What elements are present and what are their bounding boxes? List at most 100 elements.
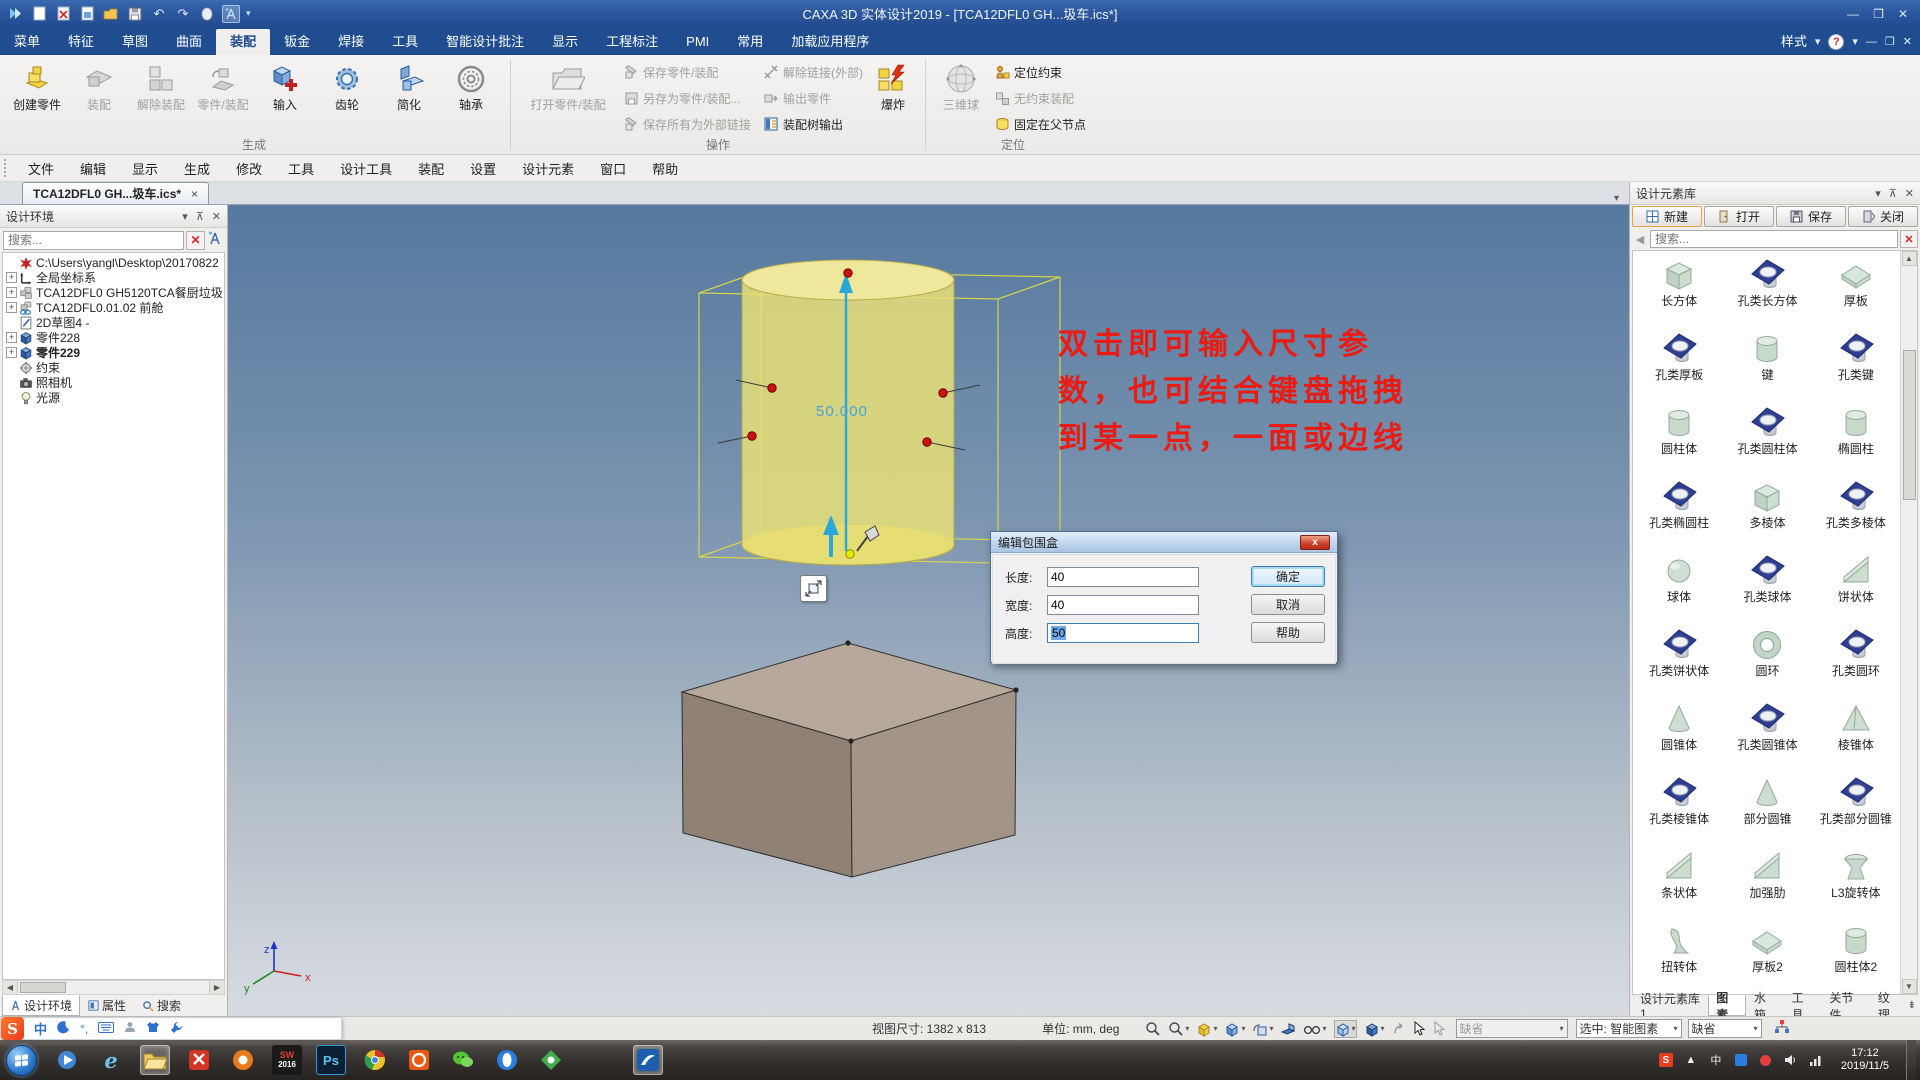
- library-search-input[interactable]: [1650, 230, 1898, 248]
- taskbar-media-player-icon[interactable]: [52, 1045, 82, 1075]
- tree-item-sketch[interactable]: 2D草图4 -: [3, 315, 224, 330]
- menu-display[interactable]: 显示: [120, 159, 170, 178]
- tab-joints[interactable]: 关节件: [1821, 995, 1870, 1016]
- tab-engineering-dim[interactable]: 工程标注: [592, 29, 672, 55]
- tab-load-apps[interactable]: 加载应用程序: [777, 29, 883, 55]
- library-item[interactable]: 孔类圆锥体: [1723, 701, 1811, 775]
- library-dropdown-icon[interactable]: ▾: [1875, 187, 1881, 200]
- document-tab-close-icon[interactable]: ×: [191, 187, 198, 201]
- scroll-down-icon[interactable]: ▼: [1902, 979, 1917, 994]
- tab-tools-lib[interactable]: 工具: [1784, 995, 1822, 1016]
- save-part-assembly-button[interactable]: 保存零件/装配: [619, 61, 755, 83]
- scroll-right-icon[interactable]: ▶: [209, 981, 224, 994]
- tab-sheetmetal[interactable]: 钣金: [270, 29, 324, 55]
- library-item[interactable]: 孔类部分圆锥: [1812, 775, 1900, 849]
- library-item[interactable]: 厚板2: [1723, 923, 1811, 995]
- create-part-button[interactable]: 创建零件: [8, 59, 66, 115]
- menu-generate[interactable]: 生成: [172, 159, 222, 178]
- triball-button[interactable]: 三维球: [936, 59, 986, 115]
- bearing-button[interactable]: 轴承: [442, 59, 500, 115]
- assembly-tree-export-button[interactable]: 装配树输出: [759, 113, 867, 135]
- panel-close-icon[interactable]: ✕: [212, 210, 221, 223]
- restore-button[interactable]: ❐: [1873, 7, 1884, 21]
- expand-icon[interactable]: +: [6, 332, 17, 343]
- search-clear-icon[interactable]: ✕: [186, 231, 205, 250]
- tab-pmi[interactable]: PMI: [672, 29, 723, 55]
- panel-dropdown-icon[interactable]: ▾: [182, 210, 188, 223]
- open-part-assembly-button[interactable]: 打开零件/装配: [521, 59, 615, 115]
- disassemble-button[interactable]: 解除装配: [132, 59, 190, 115]
- library-item[interactable]: 孔类长方体: [1723, 257, 1811, 331]
- tree-item-assembly-2[interactable]: + TCA12DFL0.01.02 前舱: [3, 300, 224, 315]
- tab-textures[interactable]: 纹理: [1870, 995, 1908, 1016]
- taskbar-caxa-icon[interactable]: [633, 1045, 663, 1075]
- style-dropdown[interactable]: 样式: [1781, 29, 1807, 55]
- taskbar-chrome-icon[interactable]: [360, 1045, 390, 1075]
- library-item[interactable]: 孔类椭圆柱: [1635, 479, 1723, 553]
- tree-item-camera[interactable]: 照相机: [3, 375, 224, 390]
- remove-external-link-button[interactable]: 解除链接(外部): [759, 61, 867, 83]
- expand-icon[interactable]: +: [6, 272, 17, 283]
- render-icon[interactable]: [198, 5, 216, 23]
- library-item[interactable]: 厚板: [1812, 257, 1900, 331]
- library-item[interactable]: 多棱体: [1723, 479, 1811, 553]
- library-item[interactable]: 加强肋: [1723, 849, 1811, 923]
- redo-view-icon[interactable]: [1392, 1022, 1406, 1036]
- library-tabs-overflow-icon[interactable]: ⇟: [1908, 1000, 1916, 1011]
- height-input[interactable]: 50: [1047, 623, 1199, 643]
- doc-restore-button[interactable]: ❐: [1885, 29, 1895, 55]
- tab-feature[interactable]: 特征: [54, 29, 108, 55]
- library-back-icon[interactable]: ◀: [1632, 233, 1648, 246]
- menu-file[interactable]: 文件: [16, 159, 66, 178]
- menu-modify[interactable]: 修改: [224, 159, 274, 178]
- library-item[interactable]: 孔类棱锥体: [1635, 775, 1723, 849]
- sogou-ime-bar[interactable]: S 中 °,: [0, 1017, 342, 1040]
- tree-horizontal-scrollbar[interactable]: ◀ ▶: [2, 980, 225, 995]
- part-display-icon[interactable]: ▾: [1364, 1021, 1385, 1037]
- hierarchy-icon[interactable]: [1774, 1019, 1790, 1038]
- help-icon[interactable]: ?: [1828, 34, 1844, 50]
- tab-library1[interactable]: 设计元素库1: [1632, 995, 1708, 1016]
- fix-to-parent-button[interactable]: 固定在父节点: [990, 113, 1090, 135]
- iso-view-icon[interactable]: ▾: [1334, 1020, 1357, 1038]
- tray-red-dot-icon[interactable]: [1758, 1052, 1774, 1068]
- filter-icon[interactable]: [207, 230, 224, 250]
- start-button[interactable]: [6, 1045, 37, 1076]
- tree-item-root[interactable]: C:\Users\yangl\Desktop\20170822: [3, 255, 224, 270]
- tray-ime-lang[interactable]: 中: [1708, 1052, 1724, 1068]
- open-folder-icon[interactable]: [102, 5, 120, 23]
- tab-menu[interactable]: 菜单: [0, 29, 54, 55]
- length-input[interactable]: [1047, 567, 1199, 587]
- library-item[interactable]: 圆环: [1723, 627, 1811, 701]
- library-item[interactable]: 圆柱体: [1635, 405, 1723, 479]
- tab-welding[interactable]: 焊接: [324, 29, 378, 55]
- dialog-title-bar[interactable]: 编辑包围盒 x: [991, 532, 1337, 553]
- tray-volume-icon[interactable]: [1783, 1052, 1799, 1068]
- pan-view-icon[interactable]: ▾: [1252, 1021, 1273, 1037]
- library-item[interactable]: 圆锥体: [1635, 701, 1723, 775]
- ime-keyboard-icon[interactable]: [98, 1022, 114, 1036]
- view-direction-icon[interactable]: ▾: [1303, 1022, 1326, 1036]
- tab-search[interactable]: 搜索: [134, 995, 189, 1016]
- tab-primitives[interactable]: 图素: [1708, 995, 1746, 1016]
- default-config-dropdown[interactable]: 缺省▾: [1688, 1019, 1762, 1038]
- taskbar-solidworks-icon[interactable]: SW2016: [272, 1045, 302, 1075]
- library-close-icon[interactable]: ✕: [1905, 187, 1914, 200]
- menu-assembly[interactable]: 装配: [406, 159, 456, 178]
- scrollbar-thumb[interactable]: [20, 982, 66, 993]
- menu-window[interactable]: 窗口: [588, 159, 638, 178]
- dimension-label[interactable]: 50.000: [816, 403, 868, 420]
- document-tab-overflow-icon[interactable]: ▾: [1614, 193, 1619, 204]
- library-item[interactable]: 椭圆柱: [1812, 405, 1900, 479]
- taskbar-ie-icon[interactable]: e: [96, 1045, 126, 1075]
- selection-filter-dropdown[interactable]: 选中: 智能图素▾: [1576, 1019, 1682, 1038]
- scroll-left-icon[interactable]: ◀: [3, 981, 18, 994]
- tree-item-light[interactable]: 光源: [3, 390, 224, 405]
- taskbar-photos-app-icon[interactable]: [228, 1045, 258, 1075]
- zoom-options-icon[interactable]: ▾: [1168, 1021, 1189, 1037]
- library-item[interactable]: 饼状体: [1812, 553, 1900, 627]
- tree-search-input[interactable]: [3, 231, 184, 250]
- save-as-part-assembly-button[interactable]: 另存为零件/装配...: [619, 87, 755, 109]
- library-item[interactable]: 长方体: [1635, 257, 1723, 331]
- unconstrained-assembly-button[interactable]: 无约束装配: [990, 87, 1090, 109]
